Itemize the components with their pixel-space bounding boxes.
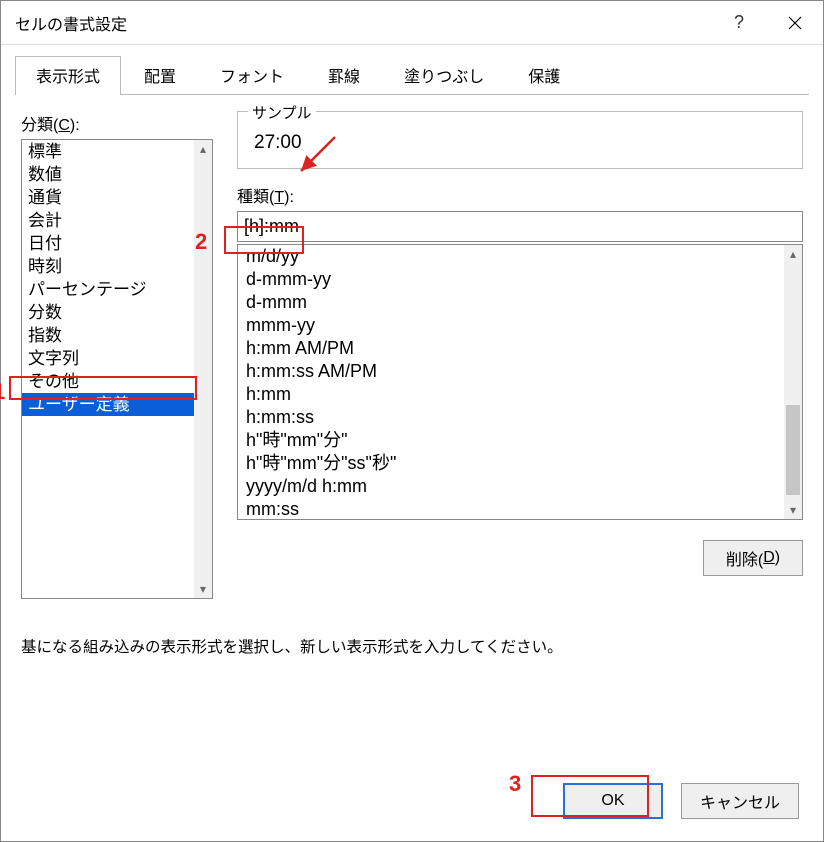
annotation-2: 2 <box>195 229 207 255</box>
tab-alignment[interactable]: 配置 <box>123 56 197 95</box>
type-list-item[interactable]: h:mm <box>238 383 784 406</box>
type-list-item[interactable]: h"時"mm"分"ss"秒" <box>238 452 784 475</box>
category-item[interactable]: 指数 <box>22 324 212 347</box>
type-listbox[interactable]: m/d/yyd-mmm-yyd-mmmmmm-yyh:mm AM/PMh:mm:… <box>237 244 803 520</box>
help-icon[interactable]: ? <box>711 1 767 44</box>
dialog-actions: OK キャンセル <box>563 783 799 819</box>
category-item[interactable]: パーセンテージ <box>22 278 212 301</box>
sample-value: 27:00 <box>252 128 788 158</box>
format-cells-dialog: セルの書式設定 ? 表示形式 配置 フォント 罫線 塗りつぶし 保護 分類(C)… <box>0 0 824 842</box>
tab-fill[interactable]: 塗りつぶし <box>383 56 505 95</box>
scroll-up-icon[interactable]: ▴ <box>790 245 796 263</box>
type-list-item[interactable]: mm:ss <box>238 498 784 520</box>
cancel-button[interactable]: キャンセル <box>681 783 799 819</box>
category-item[interactable]: 日付 <box>22 232 212 255</box>
tab-font[interactable]: フォント <box>199 56 305 95</box>
type-list-item[interactable]: h"時"mm"分" <box>238 429 784 452</box>
category-item[interactable]: その他 <box>22 370 212 393</box>
type-list-item[interactable]: yyyy/m/d h:mm <box>238 475 784 498</box>
titlebar: セルの書式設定 ? <box>1 1 823 45</box>
category-listbox[interactable]: 標準数値通貨会計日付時刻パーセンテージ分数指数文字列その他ユーザー定義 ▴ ▾ <box>21 139 213 599</box>
category-item[interactable]: 数値 <box>22 163 212 186</box>
category-item[interactable]: 会計 <box>22 209 212 232</box>
annotation-1: 1 <box>0 379 5 405</box>
category-item[interactable]: ユーザー定義 <box>22 393 212 416</box>
type-list-item[interactable]: mmm-yy <box>238 314 784 337</box>
close-icon[interactable] <box>767 1 823 44</box>
category-item[interactable]: 標準 <box>22 140 212 163</box>
scroll-down-icon[interactable]: ▾ <box>790 501 796 519</box>
type-input[interactable] <box>237 211 803 242</box>
tab-border[interactable]: 罫線 <box>307 56 381 95</box>
type-list-item[interactable]: h:mm:ss <box>238 406 784 429</box>
type-list-item[interactable]: d-mmm <box>238 291 784 314</box>
type-list-item[interactable]: m/d/yy <box>238 245 784 268</box>
scrollbar[interactable]: ▴ ▾ <box>194 140 212 598</box>
tabstrip: 表示形式 配置 フォント 罫線 塗りつぶし 保護 <box>15 55 809 95</box>
scroll-down-icon[interactable]: ▾ <box>200 580 206 598</box>
sample-legend: サンプル <box>248 102 316 123</box>
category-item[interactable]: 文字列 <box>22 347 212 370</box>
category-item[interactable]: 時刻 <box>22 255 212 278</box>
instruction-text: 基になる組み込みの表示形式を選択し、新しい表示形式を入力してください。 <box>21 635 803 657</box>
delete-button[interactable]: 削除(D) <box>703 540 803 576</box>
window-title: セルの書式設定 <box>15 11 711 35</box>
type-list-item[interactable]: d-mmm-yy <box>238 268 784 291</box>
scroll-up-icon[interactable]: ▴ <box>200 140 206 158</box>
type-label: 種類(T): <box>237 183 803 207</box>
tab-protection[interactable]: 保護 <box>507 56 581 95</box>
category-item[interactable]: 通貨 <box>22 186 212 209</box>
ok-button[interactable]: OK <box>563 783 663 819</box>
annotation-3: 3 <box>509 771 521 797</box>
tab-panel-number-format: 分類(C): 標準数値通貨会計日付時刻パーセンテージ分数指数文字列その他ユーザー… <box>1 95 823 841</box>
type-list-item[interactable]: h:mm:ss AM/PM <box>238 360 784 383</box>
scrollbar-thumb[interactable] <box>786 405 800 495</box>
scrollbar[interactable]: ▴ ▾ <box>784 245 802 519</box>
sample-group: サンプル 27:00 <box>237 111 803 169</box>
category-item[interactable]: 分数 <box>22 301 212 324</box>
tab-number-format[interactable]: 表示形式 <box>15 56 121 95</box>
category-label: 分類(C): <box>21 111 213 135</box>
type-list-item[interactable]: h:mm AM/PM <box>238 337 784 360</box>
